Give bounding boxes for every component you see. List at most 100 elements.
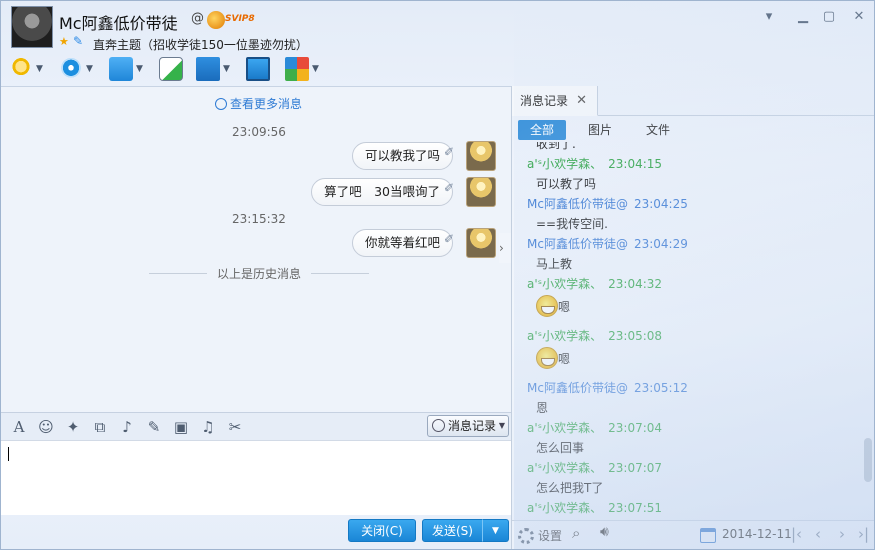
settings-label[interactable]: 设置: [538, 527, 562, 544]
history-message-text: 怎么把我T了: [536, 481, 604, 495]
history-message: 收到了.: [536, 142, 576, 152]
chevron-down-icon[interactable]: ▼: [36, 64, 43, 74]
scissors-icon[interactable]: ✂: [225, 417, 245, 437]
maximize-icon[interactable]: ▢: [819, 7, 839, 27]
history-footer: 设置 ⌕ 🔊︎ 2014-12-11 |‹ ‹ › ›|: [512, 520, 874, 549]
svip-label: SVIP8: [225, 14, 255, 24]
scrollbar[interactable]: [864, 438, 872, 482]
history-message: 可以教了吗: [536, 175, 596, 192]
message-bubble[interactable]: 算了吧 30当喂询了 ✐: [311, 178, 454, 206]
speaker-icon[interactable]: 🔊︎: [600, 524, 609, 540]
history-sender-line: Mc阿鑫低价带徒@ 23:04:25: [527, 195, 688, 212]
history-divider: 以上是历史消息: [149, 265, 369, 282]
grin-emoji-icon: [536, 295, 558, 317]
message-input[interactable]: [1, 440, 511, 515]
message-timestamp: 23:15:32: [232, 212, 286, 226]
history-timestamp: 23:04:25: [633, 197, 688, 211]
first-page-icon[interactable]: |‹: [791, 525, 802, 543]
history-sender-line: a'ˢ小欢学森、 23:04:32: [527, 275, 662, 292]
history-timestamp: 23:04:29: [633, 237, 688, 251]
self-avatar[interactable]: [466, 228, 496, 258]
history-date[interactable]: 2014-12-11: [722, 527, 792, 541]
history-filters: 全部 图片 文件: [518, 120, 692, 140]
message-bubble[interactable]: 你就等着红吧 ✐: [351, 229, 454, 257]
chat-messages-area: 查看更多消息 23:09:56 可以教我了吗 ✐ 算了吧 30当喂询了 ✐ 23…: [1, 86, 511, 411]
next-page-icon[interactable]: ›: [839, 525, 845, 543]
filter-images[interactable]: 图片: [576, 120, 624, 140]
history-timestamp: 23:05:08: [608, 329, 663, 343]
file-transfer-button[interactable]: ▼: [109, 56, 143, 82]
history-timestamp: 23:04:15: [608, 157, 663, 171]
history-message-text: 嗯: [558, 352, 571, 366]
image-icon[interactable]: ▣: [171, 417, 191, 437]
history-timestamp: 23:05:12: [633, 381, 688, 395]
remote-desktop-icon: [196, 57, 220, 81]
screenshot-icon[interactable]: ⧉: [90, 417, 110, 437]
tab-message-history[interactable]: 消息记录 ✕: [512, 86, 598, 116]
emoji-icon[interactable]: ☺: [36, 417, 56, 437]
chevron-down-icon[interactable]: ▼: [86, 64, 93, 74]
font-icon[interactable]: A: [9, 417, 29, 437]
send-button[interactable]: 发送(S): [422, 519, 483, 542]
message-timestamp: 23:09:56: [232, 125, 286, 139]
edit-icon[interactable]: ✎: [144, 417, 164, 437]
video-call-button[interactable]: ▼: [59, 56, 93, 82]
voice-icon[interactable]: ♪: [117, 417, 137, 437]
grin-emoji-icon: [536, 347, 558, 369]
pencil-icon: ✐: [444, 181, 455, 195]
history-sender-name: Mc阿鑫低价带徒@: [527, 197, 628, 211]
history-sender-line: a'ˢ小欢学森、 23:04:15: [527, 155, 662, 172]
history-sender-line: a'ˢ小欢学森、 23:05:08: [527, 327, 662, 344]
filter-files[interactable]: 文件: [634, 120, 682, 140]
apps-button[interactable]: ▼: [285, 56, 319, 82]
history-message-text: 马上教: [536, 257, 573, 271]
previous-page-icon[interactable]: ‹: [815, 525, 821, 543]
history-sender-line: Mc阿鑫低价带徒@ 23:04:29: [527, 235, 688, 252]
history-timestamp: 23:07:04: [608, 421, 663, 435]
view-more-label: 查看更多消息: [230, 97, 303, 111]
dropdown-icon[interactable]: ▾: [759, 7, 779, 27]
close-icon[interactable]: ✕: [576, 86, 587, 116]
chevron-down-icon[interactable]: ▼: [136, 64, 143, 74]
divider: [598, 115, 874, 116]
self-avatar[interactable]: [466, 177, 496, 207]
last-page-icon[interactable]: ›|: [858, 525, 869, 543]
gear-icon[interactable]: [518, 528, 534, 544]
message-history-button[interactable]: 消息记录 ▼: [427, 415, 509, 437]
history-timestamp: 23:07:07: [608, 461, 663, 475]
history-sender-line: a'ˢ小欢学森、 23:07:51: [527, 499, 662, 516]
pencil-icon: ✐: [444, 145, 455, 159]
voice-call-button[interactable]: ▼: [9, 56, 43, 82]
minimize-icon[interactable]: ▁: [793, 7, 813, 27]
at-symbol: @: [191, 11, 204, 26]
collapse-panel-icon[interactable]: ›: [499, 233, 511, 263]
svip-badge[interactable]: SVIP8: [207, 11, 257, 29]
magic-icon[interactable]: ✦: [63, 417, 83, 437]
text-caret: [8, 447, 9, 461]
history-log: 收到了. a'ˢ小欢学森、 23:04:15 可以教了吗 Mc阿鑫低价带徒@ 23:04:…: [512, 142, 862, 519]
message-bubble[interactable]: 可以教我了吗 ✐: [351, 142, 454, 170]
history-sender-line: Mc阿鑫低价带徒@ 23:05:12: [527, 379, 688, 396]
history-message-text: 嗯: [558, 300, 571, 314]
history-sender-name: a'ˢ小欢学森、: [527, 157, 603, 171]
remote-desktop-button[interactable]: ▼: [196, 56, 230, 82]
close-icon[interactable]: ✕: [849, 7, 869, 27]
screen-share-button[interactable]: [246, 56, 270, 82]
history-message-text: ==我传空间.: [536, 217, 608, 231]
chevron-down-icon[interactable]: ▼: [312, 64, 319, 74]
music-icon[interactable]: ♫: [198, 417, 218, 437]
view-more-messages-link[interactable]: 查看更多消息: [215, 95, 302, 112]
calendar-icon[interactable]: [700, 528, 716, 543]
filter-all[interactable]: 全部: [518, 120, 566, 140]
send-options-button[interactable]: ▼: [482, 519, 509, 542]
self-avatar[interactable]: [466, 141, 496, 171]
note-button[interactable]: [159, 56, 183, 82]
message-history-label: 消息记录: [448, 419, 497, 433]
tab-label: 消息记录: [520, 94, 569, 108]
search-icon[interactable]: ⌕: [572, 524, 580, 542]
history-message: 嗯: [536, 295, 570, 317]
pencil-icon: ✐: [444, 232, 455, 246]
close-button[interactable]: 关闭(C): [348, 519, 416, 542]
contact-avatar[interactable]: [11, 6, 53, 48]
chevron-down-icon[interactable]: ▼: [223, 64, 230, 74]
